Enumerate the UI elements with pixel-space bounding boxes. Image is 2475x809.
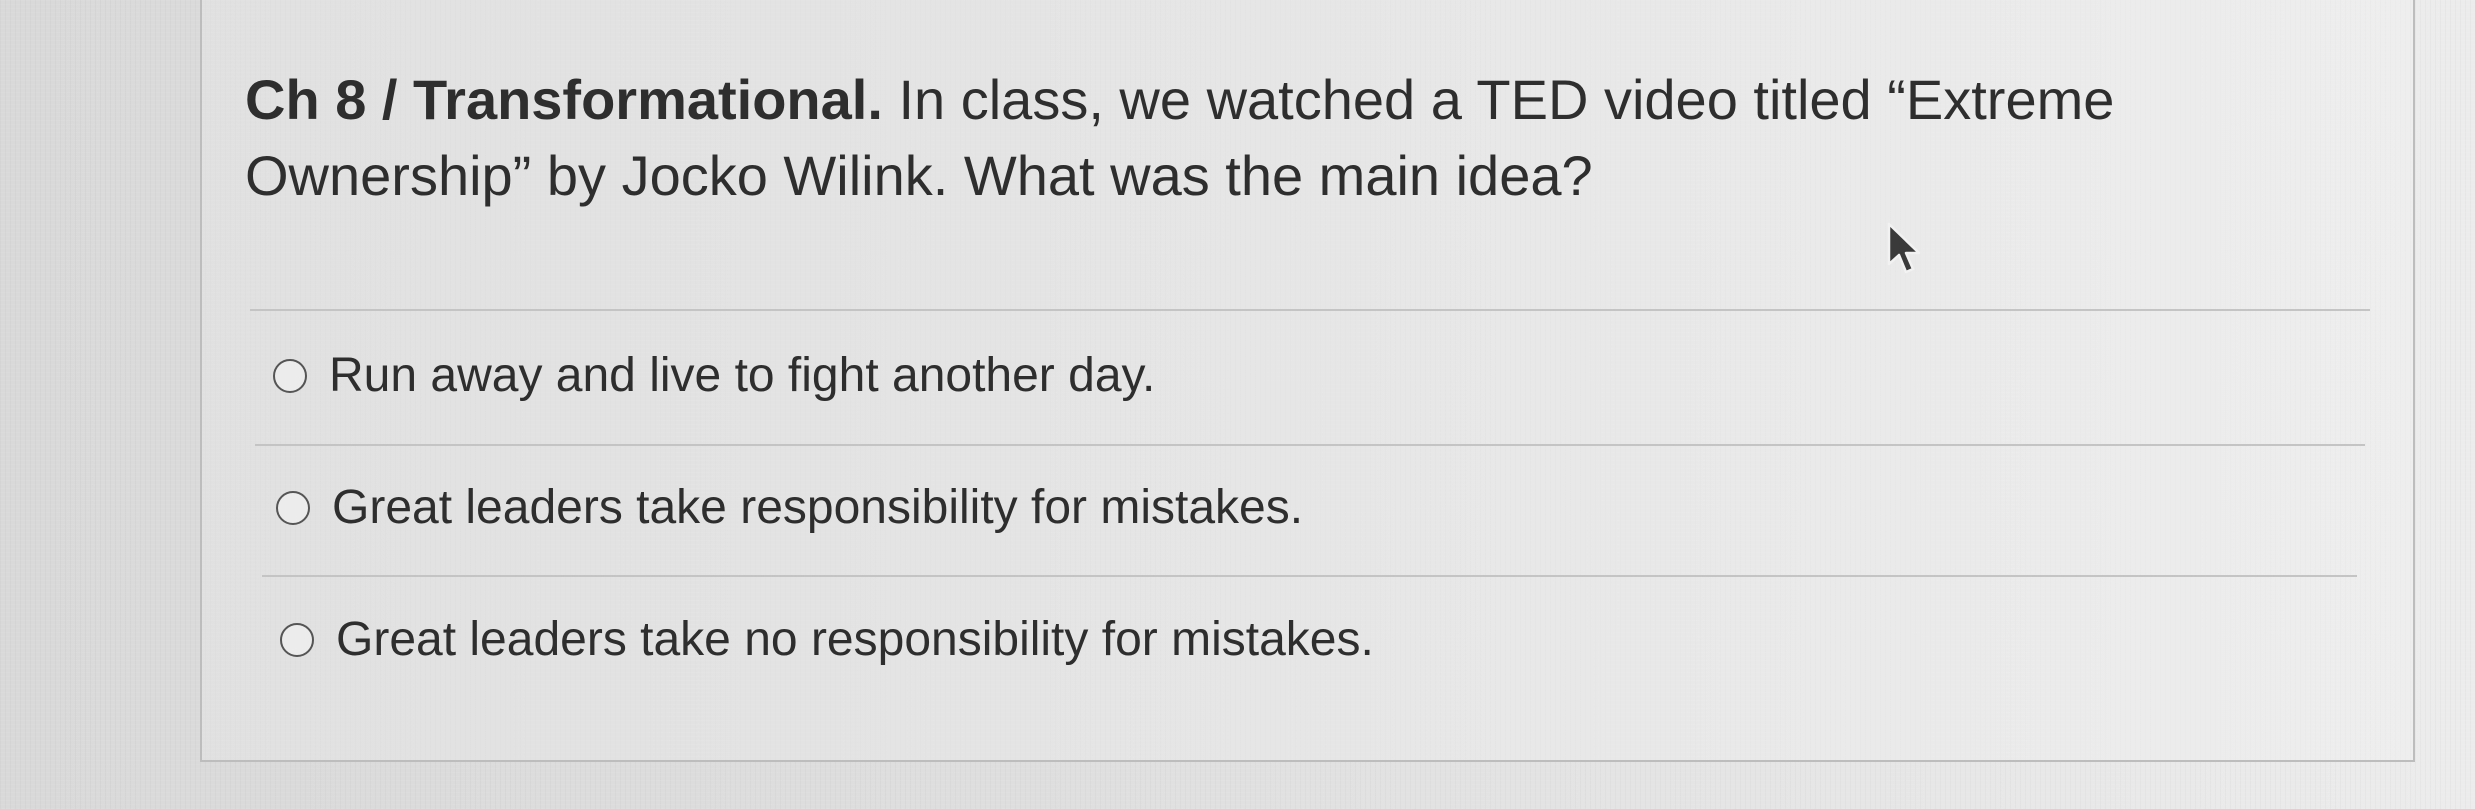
answer-option-label: Great leaders take no responsibility for… — [336, 613, 1374, 666]
answer-option-1[interactable]: Run away and live to fight another day. — [273, 346, 1155, 406]
answer-option-2[interactable]: Great leaders take responsibility for mi… — [276, 478, 1303, 538]
radio-button-icon[interactable] — [280, 623, 314, 657]
radio-button-icon[interactable] — [273, 359, 307, 393]
answer-option-label: Great leaders take responsibility for mi… — [332, 481, 1304, 534]
divider — [262, 575, 2357, 577]
question-prefix: Ch 8 / Transformational. — [245, 68, 883, 131]
mouse-pointer-icon — [1887, 222, 1921, 274]
radio-button-icon[interactable] — [276, 491, 310, 525]
divider — [255, 444, 2365, 446]
answer-option-3[interactable]: Great leaders take no responsibility for… — [280, 610, 1374, 670]
answer-option-label: Run away and live to fight another day. — [329, 349, 1156, 402]
question-text: Ch 8 / Transformational. In class, we wa… — [245, 62, 2395, 214]
divider-top — [250, 309, 2370, 311]
